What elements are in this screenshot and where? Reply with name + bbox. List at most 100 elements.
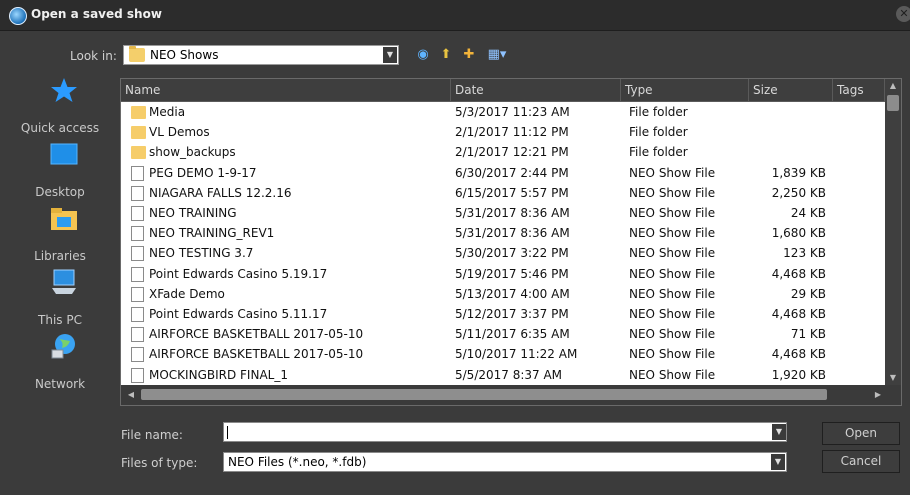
place-quick-access[interactable]: Quick access [0,75,120,135]
scroll-left-icon[interactable]: ◀ [124,388,138,402]
file-icon [131,307,144,322]
file-date-cell: 6/30/2017 2:44 PM [455,165,569,180]
file-row[interactable]: AIRFORCE BASKETBALL 2017-05-10 5/11/2017 … [121,324,883,344]
file-size-cell: 29 KB [790,286,826,301]
file-name-cell: Media [149,105,186,119]
file-date-cell: 5/31/2017 8:36 AM [455,206,570,220]
place-label: Network [34,377,86,391]
file-date-cell: 5/5/2017 8:37 AM [455,367,563,382]
file-icon [131,286,144,302]
back-icon[interactable]: ◉ [414,46,432,64]
chevron-down-icon[interactable]: ▼ [383,47,397,63]
column-header-name[interactable]: Name [121,79,451,101]
file-name-cell: Point Edwards Casino 5.19.17 [149,266,328,281]
file-date-cell: 5/31/2017 8:36 AM [455,226,570,241]
file-size-cell: 1,920 KB [771,367,826,382]
file-row[interactable]: PEG DEMO 1-9-17 6/30/2017 2:44 PM NEO Show… [121,163,883,183]
chevron-down-icon[interactable]: ▼ [771,454,785,470]
file-icon [131,165,144,181]
file-size-cell [731,142,826,162]
files-of-type-dropdown[interactable]: NEO Files (*.neo, *.fdb) ▼ [223,452,787,472]
place-label: This PC [38,313,82,327]
app-logo-icon [9,7,27,25]
horizontal-scrollbar[interactable]: ◀ ▶ [121,385,901,405]
files-of-type-label: Files of type: [121,456,198,470]
file-name-label: File name: [121,428,183,442]
horizontal-scroll-thumb[interactable] [141,389,827,400]
file-name-cell: NEO TRAINING_REV1 [149,226,275,241]
open-button[interactable]: Open [822,422,900,445]
place-network[interactable]: Network [0,331,120,391]
column-header-row: Name Date Type Size Tags [121,79,901,102]
view-menu-icon[interactable]: ▦▾ [484,46,510,64]
file-size-cell [731,102,826,122]
file-icon [131,266,144,282]
file-row[interactable]: NEO TRAINING 5/31/2017 8:36 AM NEO Show Fi… [121,203,883,223]
places-bar: Quick access Desktop Libraries This PC N… [0,75,120,405]
file-row[interactable]: Point Edwards Casino 5.11.17 5/12/2017 3:… [121,304,883,324]
place-desktop[interactable]: Desktop [0,139,120,199]
file-icon [131,347,144,363]
cancel-button[interactable]: Cancel [822,450,900,473]
network-icon [51,334,75,359]
column-header-size[interactable]: Size [749,79,833,101]
file-name-cell: show_backups [149,145,236,160]
file-row[interactable]: NIAGARA FALLS 12.2.16 6/15/2017 5:57 PM NE… [121,183,883,203]
file-size-cell: 4,468 KB [771,347,826,362]
file-row[interactable]: Point Edwards Casino 5.19.17 5/19/2017 5:… [121,264,883,284]
file-name-cell: NEO TESTING 3.7 [149,246,254,261]
place-this-pc[interactable]: This PC [0,267,120,327]
file-row[interactable]: NEO TRAINING_REV1 5/31/2017 8:36 AM NEO Sh… [121,223,883,243]
place-libraries[interactable]: Libraries [0,203,120,263]
file-name-cell: AIRFORCE BASKETBALL 2017-05-10 [149,327,364,342]
file-date-cell: 5/12/2017 3:37 PM [455,307,569,321]
column-header-tags[interactable]: Tags [833,79,885,101]
place-label: Quick access [20,121,100,135]
folder-icon [131,126,146,140]
file-name-cell: NEO TRAINING [149,206,237,220]
folder-icon [131,106,146,119]
file-row[interactable]: XFade Demo 5/13/2017 4:00 AM NEO Show File… [121,284,883,304]
close-icon[interactable]: ✕ [896,6,910,22]
star-icon [51,78,77,102]
file-date-cell: 2/1/2017 12:21 PM [455,145,569,160]
file-row[interactable]: MOCKINGBIRD FINAL_1 5/5/2017 8:37 AM NEO S… [121,365,883,385]
folder-icon [129,46,145,62]
place-label: Libraries [34,249,86,263]
file-row[interactable]: AIRFORCE BASKETBALL 2017-05-10 5/10/2017 … [121,344,883,364]
column-header-date[interactable]: Date [451,79,621,101]
window-title: Open a saved show [31,7,162,21]
file-name-cell: NIAGARA FALLS 12.2.16 [149,185,292,200]
chevron-down-icon[interactable]: ▼ [772,424,786,440]
file-list[interactable]: Name Date Type Size Tags Media 5/3/2017 1… [120,78,902,406]
folder-row[interactable]: VL Demos 2/1/2017 11:12 PM File folder [121,122,883,142]
folder-row[interactable]: Media 5/3/2017 11:23 AM File folder [121,102,883,122]
scroll-up-icon[interactable]: ▲ [885,79,901,93]
file-row[interactable]: NEO TESTING 3.7 5/30/2017 3:22 PM NEO Show… [121,243,883,263]
file-size-cell [731,122,826,142]
new-folder-icon[interactable]: ✚ [460,46,478,64]
file-name-input[interactable] [223,422,787,442]
file-icon [131,206,144,221]
look-in-dropdown[interactable]: NEO Shows ▼ [123,45,399,65]
scroll-right-icon[interactable]: ▶ [871,388,885,402]
file-date-cell: 5/30/2017 3:22 PM [455,246,569,261]
scroll-down-icon[interactable]: ▼ [885,371,901,385]
look-in-value: NEO Shows [150,48,219,62]
vertical-scrollbar[interactable]: ▲ ▼ [885,79,901,385]
libraries-icon [51,208,77,230]
file-size-cell: 24 KB [790,206,826,220]
file-date-cell: 5/10/2017 11:22 AM [455,347,578,362]
vertical-scroll-thumb[interactable] [887,95,899,111]
file-icon [131,327,144,343]
folder-row[interactable]: show_backups 2/1/2017 12:21 PM File folder [121,142,883,162]
up-folder-icon[interactable]: ⬆ [437,46,455,64]
file-name-cell: VL Demos [149,125,210,140]
file-icon [131,367,144,383]
file-size-cell: 71 KB [790,327,826,342]
column-header-type[interactable]: Type [621,79,749,101]
place-label: Desktop [35,185,85,199]
file-size-cell: 4,468 KB [771,307,826,321]
text-caret [227,426,228,439]
look-in-label: Look in: [70,49,117,63]
